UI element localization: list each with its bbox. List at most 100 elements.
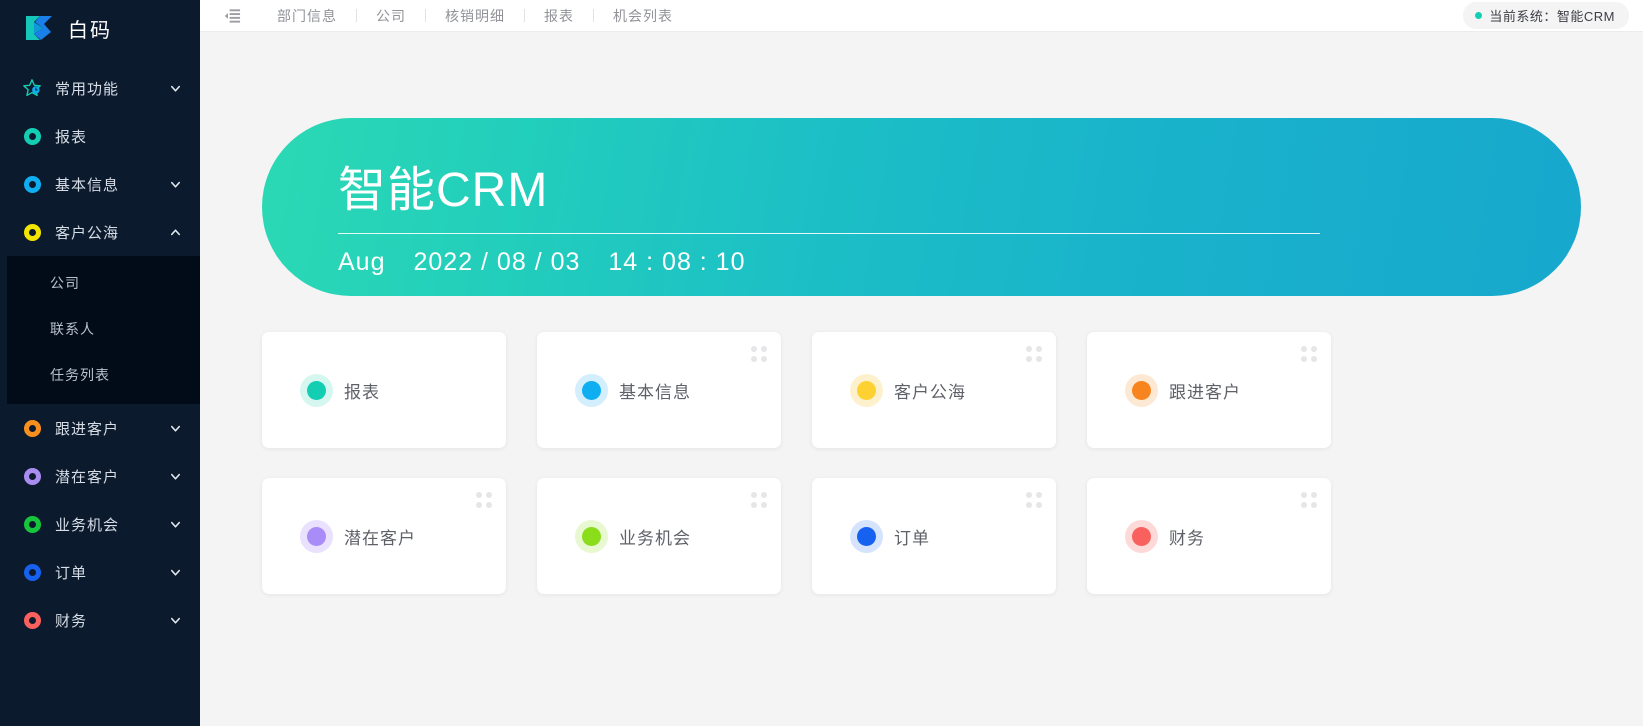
star-clock-icon: [22, 78, 42, 98]
module-dot-icon: [582, 380, 601, 400]
sidebar-subitem-label: 公司: [50, 275, 80, 291]
card-label: 订单: [894, 528, 930, 548]
sidebar: 白码 常用功能 报表 基本信息 客户公海 公司 联系人 任务列表 跟进客户 潜在…: [0, 0, 200, 726]
content-area: 智能CRM Aug 2022 / 08 / 03 14 : 08 : 10 报表: [200, 32, 1643, 726]
sidebar-item-followup-customers[interactable]: 跟进客户: [0, 404, 200, 452]
chevron-down-icon[interactable]: [168, 565, 182, 579]
sidebar-item-label: 基本信息: [55, 176, 120, 194]
card-followup-customers[interactable]: 跟进客户: [1087, 332, 1331, 448]
card-label: 基本信息: [619, 382, 691, 402]
chevron-down-icon[interactable]: [168, 469, 182, 483]
module-dot-icon: [582, 526, 601, 546]
ring-icon: [22, 610, 42, 630]
card-reports[interactable]: 报表: [262, 332, 506, 448]
hero-date: 2022 / 08 / 03: [413, 248, 581, 277]
ring-icon: [22, 174, 42, 194]
drag-grip-icon[interactable]: [1301, 346, 1317, 362]
chevron-up-icon[interactable]: [168, 225, 182, 239]
sidebar-item-label: 业务机会: [55, 516, 120, 534]
tab-company[interactable]: 公司: [357, 6, 425, 26]
hero-inner: 智能CRM Aug 2022 / 08 / 03 14 : 08 : 10: [262, 118, 1581, 296]
card-customer-pool[interactable]: 客户公海: [812, 332, 1056, 448]
chevron-down-icon[interactable]: [168, 517, 182, 531]
sidebar-item-reports[interactable]: 报表: [0, 112, 200, 160]
sidebar-item-customer-pool[interactable]: 客户公海: [0, 208, 200, 256]
ring-icon: [22, 222, 42, 242]
chevron-down-icon[interactable]: [168, 177, 182, 191]
brand-name: 白码: [68, 19, 112, 42]
card-label: 业务机会: [619, 528, 691, 548]
tab-department-info[interactable]: 部门信息: [258, 6, 356, 26]
card-label: 客户公海: [894, 382, 966, 402]
module-dot-icon: [857, 380, 876, 400]
card-label: 财务: [1169, 528, 1205, 548]
module-dot-icon: [307, 380, 326, 400]
module-dot-icon: [1132, 526, 1151, 546]
drag-grip-icon[interactable]: [1026, 346, 1042, 362]
sidebar-item-finance[interactable]: 财务: [0, 596, 200, 644]
main-area: 部门信息 公司 核销明细 报表 机会列表 当前系统：智能CRM 智能CRM Au…: [200, 0, 1643, 726]
module-dot-icon: [857, 526, 876, 546]
chevron-down-icon[interactable]: [168, 421, 182, 435]
card-orders[interactable]: 订单: [812, 478, 1056, 594]
app-root: 白码 常用功能 报表 基本信息 客户公海 公司 联系人 任务列表 跟进客户 潜在…: [0, 0, 1643, 726]
module-dot-icon: [1132, 380, 1151, 400]
hero-time: 14 : 08 : 10: [608, 248, 746, 277]
status-badge-label: 当前系统：智能CRM: [1489, 9, 1615, 24]
sidebar-subitem-label: 联系人: [50, 321, 95, 337]
card-label: 潜在客户: [344, 528, 416, 548]
page-title: 智能CRM: [338, 163, 549, 217]
drag-grip-icon[interactable]: [751, 346, 767, 362]
topbar-tabs: 部门信息 公司 核销明细 报表 机会列表: [258, 6, 692, 26]
sidebar-item-label: 跟进客户: [55, 420, 120, 438]
tab-opportunity-list[interactable]: 机会列表: [594, 6, 692, 26]
topbar: 部门信息 公司 核销明细 报表 机会列表 当前系统：智能CRM: [200, 0, 1643, 32]
sidebar-subitem-task-list[interactable]: 任务列表: [7, 352, 200, 398]
status-dot-icon: [1475, 12, 1483, 19]
sidebar-subitem-label: 任务列表: [50, 367, 110, 383]
sidebar-item-orders[interactable]: 订单: [0, 548, 200, 596]
tab-reports[interactable]: 报表: [525, 6, 593, 26]
ring-icon: [22, 514, 42, 534]
card-label: 报表: [344, 382, 380, 402]
drag-grip-icon[interactable]: [476, 492, 492, 508]
card-finance[interactable]: 财务: [1087, 478, 1331, 594]
ring-icon: [22, 126, 42, 146]
tab-writeoff-details[interactable]: 核销明细: [426, 6, 524, 26]
card-potential-customers[interactable]: 潜在客户: [262, 478, 506, 594]
sidebar-item-label: 财务: [55, 612, 88, 630]
sidebar-item-label: 报表: [55, 128, 88, 146]
card-label: 跟进客户: [1169, 382, 1241, 402]
ring-icon: [22, 418, 42, 438]
sidebar-item-basic-info[interactable]: 基本信息: [0, 160, 200, 208]
sidebar-item-label: 常用功能: [55, 80, 120, 98]
card-basic-info[interactable]: 基本信息: [537, 332, 781, 448]
sidebar-item-common-functions[interactable]: 常用功能: [0, 64, 200, 112]
bm-logo-icon: [22, 11, 56, 45]
chevron-down-icon[interactable]: [168, 613, 182, 627]
sidebar-submenu-customer-pool: 公司 联系人 任务列表: [7, 256, 200, 404]
drag-grip-icon[interactable]: [751, 492, 767, 508]
hero-divider: [338, 233, 1320, 235]
sidebar-item-label: 潜在客户: [55, 468, 120, 486]
hero-month: Aug: [338, 248, 386, 277]
drag-grip-icon[interactable]: [1026, 492, 1042, 508]
ring-icon: [22, 466, 42, 486]
sidebar-nav: 常用功能 报表 基本信息 客户公海 公司 联系人 任务列表 跟进客户 潜在客户 …: [0, 56, 200, 644]
sidebar-item-potential-customers[interactable]: 潜在客户: [0, 452, 200, 500]
sidebar-item-label: 客户公海: [55, 224, 120, 242]
status-badge[interactable]: 当前系统：智能CRM: [1463, 2, 1629, 29]
ring-icon: [22, 562, 42, 582]
sidebar-subitem-company[interactable]: 公司: [7, 260, 200, 306]
hero-datetime: Aug 2022 / 08 / 03 14 : 08 : 10: [338, 248, 1581, 277]
hero-banner: 智能CRM Aug 2022 / 08 / 03 14 : 08 : 10: [262, 118, 1581, 296]
sidebar-subitem-contacts[interactable]: 联系人: [7, 306, 200, 352]
indent-collapse-icon[interactable]: [222, 6, 242, 26]
chevron-down-icon[interactable]: [168, 81, 182, 95]
sidebar-item-label: 订单: [55, 564, 88, 582]
card-opportunities[interactable]: 业务机会: [537, 478, 781, 594]
drag-grip-icon[interactable]: [1301, 492, 1317, 508]
brand[interactable]: 白码: [0, 0, 200, 56]
module-dot-icon: [307, 526, 326, 546]
sidebar-item-opportunities[interactable]: 业务机会: [0, 500, 200, 548]
